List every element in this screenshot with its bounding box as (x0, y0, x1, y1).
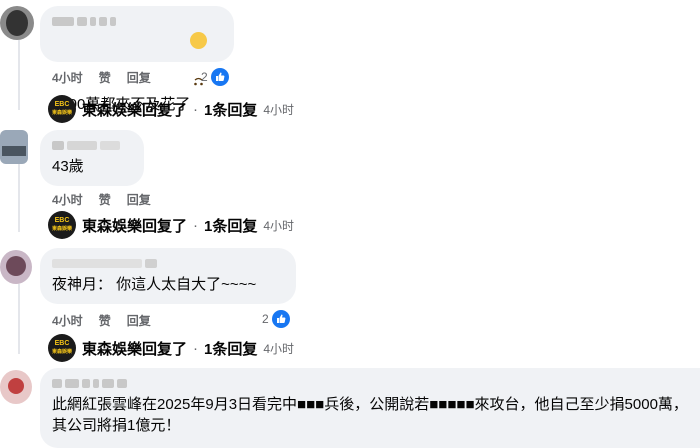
separator-dot: · (193, 216, 199, 234)
avatar[interactable] (0, 6, 34, 40)
comment-bubble: 此網紅張雲峰在2025年9月3日看完中■■■兵後，公開說若■■■■■來攻台，他自… (40, 368, 700, 448)
comment-time[interactable]: 4小时 (52, 69, 83, 86)
view-replies-link[interactable]: EBC 東森娛樂 東森娛樂回复了 · 1条回复 4小时 (48, 211, 294, 239)
like-button[interactable]: 赞 (99, 191, 111, 208)
comment-bubble: 43歲 (40, 130, 144, 186)
reaction-count: 2 (262, 312, 269, 326)
replier-name: 東森娛樂回复了 (82, 217, 188, 235)
page-avatar: EBC 東森娛樂 (48, 95, 76, 123)
page-avatar: EBC 東森娛樂 (48, 211, 76, 239)
like-button[interactable]: 赞 (99, 69, 111, 86)
reply-count: 1条回复 (204, 101, 258, 119)
reaction-summary[interactable]: 2 (201, 68, 229, 86)
replier-name: 東森娛樂回复了 (82, 101, 188, 119)
reply-time: 4小时 (263, 102, 295, 117)
thread-line (18, 162, 20, 232)
author-name-redacted[interactable] (52, 14, 222, 28)
thread-line (18, 40, 20, 110)
comment-time[interactable]: 4小时 (52, 191, 83, 208)
comment-actions: 4小时 赞 回复 (52, 191, 151, 208)
avatar[interactable] (0, 250, 32, 284)
reply-count: 1条回复 (204, 340, 258, 358)
upside-down-face-icon (190, 32, 208, 86)
reaction-summary[interactable]: 2 (262, 310, 290, 328)
replier-name: 東森娛樂回复了 (82, 340, 188, 358)
reply-time: 4小时 (263, 341, 295, 356)
avatar[interactable] (0, 370, 32, 404)
comment-bubble: 夜神月： 你這人太自大了~~~~ (40, 248, 296, 304)
reply-button[interactable]: 回复 (127, 69, 151, 86)
avatar[interactable] (0, 130, 28, 164)
reply-button[interactable]: 回复 (127, 312, 151, 329)
comment-actions: 4小时 赞 回复 (52, 69, 151, 86)
comment-time[interactable]: 4小时 (52, 312, 83, 329)
view-replies-link[interactable]: EBC 東森娛樂 東森娛樂回复了 · 1条回复 4小时 (48, 95, 294, 123)
comment-text: 此網紅張雲峰在2025年9月3日看完中■■■兵後，公開說若■■■■■來攻台，他自… (52, 396, 688, 434)
author-name-redacted[interactable] (52, 256, 284, 270)
reply-count: 1条回复 (204, 217, 258, 235)
author-name-redacted[interactable] (52, 376, 688, 390)
author-name-redacted[interactable] (52, 138, 132, 152)
thumbs-up-icon (210, 68, 229, 86)
page-avatar: EBC 東森娛樂 (48, 334, 76, 362)
thread-line (18, 284, 20, 354)
reply-button[interactable]: 回复 (127, 191, 151, 208)
view-replies-link[interactable]: EBC 東森娛樂 東森娛樂回复了 · 1条回复 4小时 (48, 334, 294, 362)
reaction-count: 2 (201, 70, 208, 84)
comment-text: 43歲 (52, 158, 84, 175)
comment-text: 夜神月： 你這人太自大了~~~~ (52, 276, 257, 293)
separator-dot: · (193, 100, 199, 118)
comment-actions: 4小时 赞 回复 (52, 312, 151, 329)
separator-dot: · (193, 339, 199, 357)
comment-bubble: 5000萬都來不及花了 (40, 6, 234, 113)
reply-time: 4小时 (263, 218, 295, 233)
thumbs-up-icon (271, 310, 290, 328)
like-button[interactable]: 赞 (99, 312, 111, 329)
